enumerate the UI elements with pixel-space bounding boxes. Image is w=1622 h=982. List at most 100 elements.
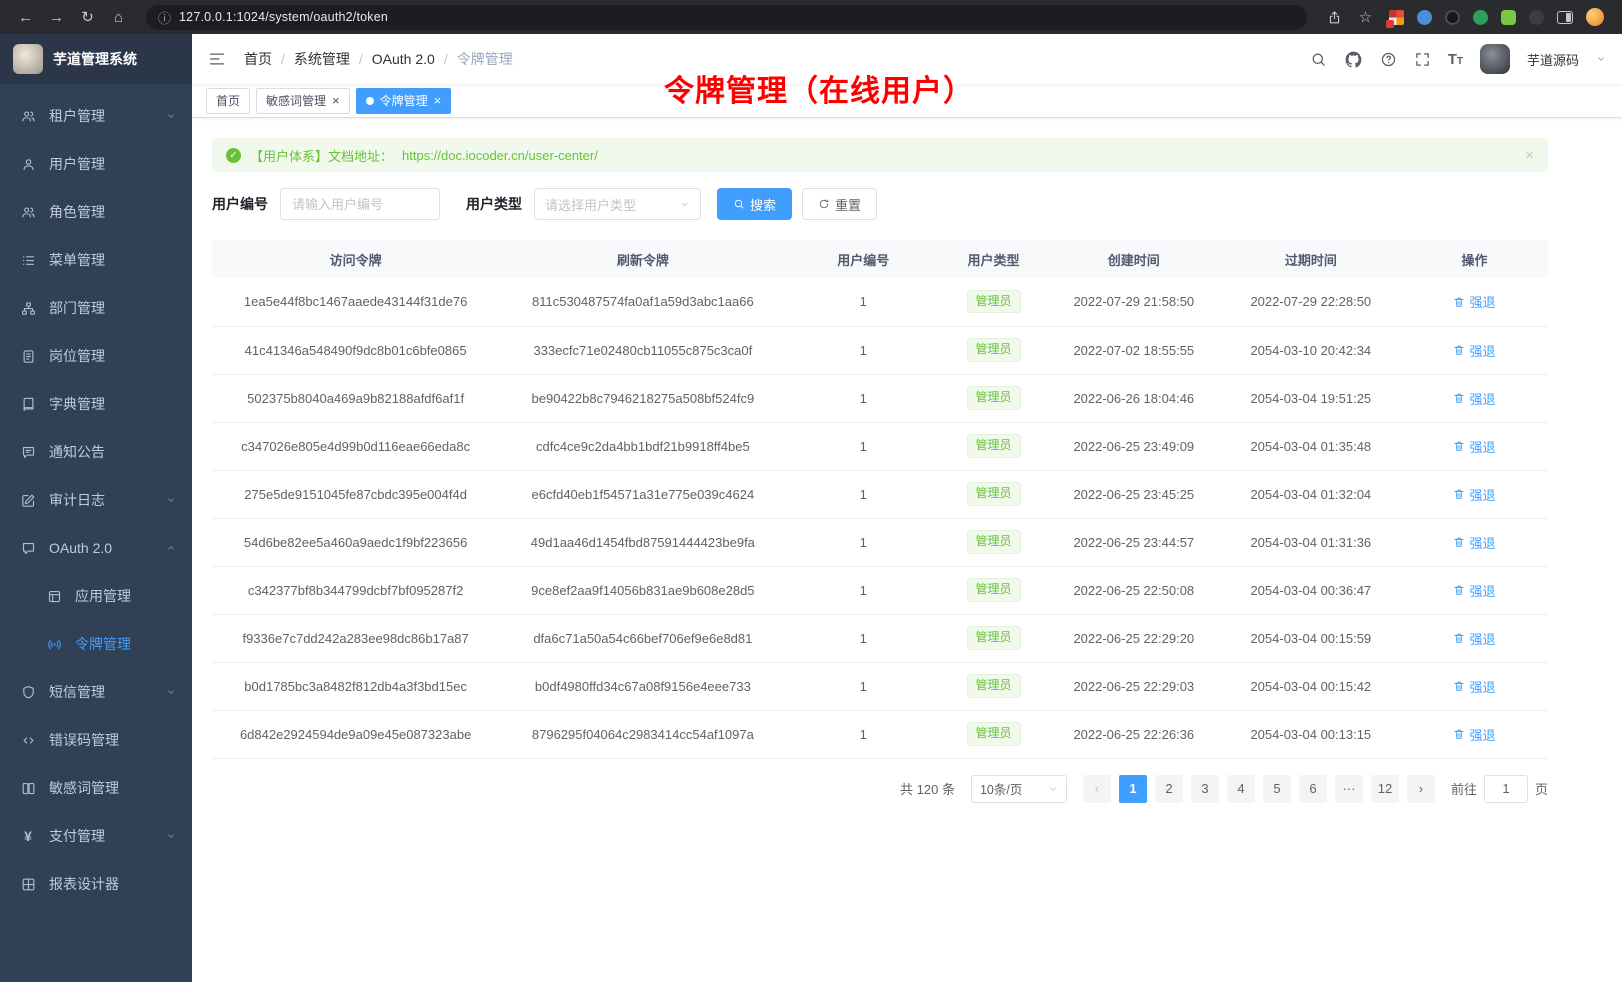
tab-home[interactable]: 首页: [206, 88, 250, 114]
refresh-token-cell: 49d1aa46d1454fbd87591444423be9fa: [499, 518, 786, 566]
user-type-cell: 管理员: [940, 278, 1047, 326]
next-page-button[interactable]: ›: [1407, 775, 1435, 803]
side-panel-icon[interactable]: [1557, 11, 1573, 24]
force-logout-button[interactable]: 强退: [1453, 581, 1495, 600]
more-pages-button[interactable]: ···: [1335, 775, 1363, 803]
font-size-icon[interactable]: TT: [1448, 52, 1463, 67]
page-button[interactable]: 12: [1371, 775, 1399, 803]
user-id-cell: 1: [786, 470, 940, 518]
bookmark-star-icon[interactable]: ☆: [1352, 4, 1379, 30]
force-logout-button[interactable]: 强退: [1453, 437, 1495, 456]
forward-icon[interactable]: →: [43, 4, 70, 30]
chevron-down-icon[interactable]: [1596, 54, 1606, 64]
home-icon[interactable]: ⌂: [105, 4, 132, 30]
total-count: 共 120 条: [900, 779, 955, 798]
browser-profile-avatar[interactable]: [1586, 8, 1604, 26]
pagination: 共 120 条 10条/页 ‹ 1 2 3 4 5 6 ··· 12 › 前往 …: [212, 775, 1548, 803]
tab-token-management[interactable]: 令牌管理 ×: [356, 88, 452, 114]
breadcrumb-item[interactable]: 首页: [244, 49, 272, 69]
sidebar-item-oauth[interactable]: OAuth 2.0: [0, 524, 192, 572]
force-logout-button[interactable]: 强退: [1453, 725, 1495, 744]
force-logout-button[interactable]: 强退: [1453, 533, 1495, 552]
user-type-select[interactable]: 请选择用户类型: [534, 188, 701, 220]
goto-page-input[interactable]: [1484, 775, 1528, 803]
force-logout-button[interactable]: 强退: [1453, 485, 1495, 504]
user-icon: [21, 157, 36, 172]
sidebar-item-report-designer[interactable]: 报表设计器: [0, 860, 192, 908]
sidebar-item-oauth-app[interactable]: 应用管理: [0, 572, 192, 620]
page-button[interactable]: 1: [1119, 775, 1147, 803]
delete-icon: [1453, 440, 1465, 452]
user-type-cell: 管理员: [940, 614, 1047, 662]
sidebar-item-post[interactable]: 岗位管理: [0, 332, 192, 380]
user-type-badge: 管理员: [967, 290, 1021, 313]
green-extension-icon[interactable]: [1473, 10, 1488, 25]
site-info-icon[interactable]: ⓘ: [158, 8, 171, 27]
sidebar-item-label: 错误码管理: [49, 730, 119, 750]
sidebar-item-role[interactable]: 角色管理: [0, 188, 192, 236]
search-icon[interactable]: [1310, 51, 1327, 68]
sidebar-item-sms[interactable]: 短信管理: [0, 668, 192, 716]
page-button[interactable]: 2: [1155, 775, 1183, 803]
page-button[interactable]: 3: [1191, 775, 1219, 803]
force-logout-button[interactable]: 强退: [1453, 292, 1495, 311]
green-puzzle-extension-icon[interactable]: [1501, 10, 1516, 25]
blue-extension-icon[interactable]: [1417, 10, 1432, 25]
force-logout-button[interactable]: 强退: [1453, 341, 1495, 360]
alert-close-icon[interactable]: ×: [1525, 147, 1534, 164]
breadcrumb-item[interactable]: 系统管理: [294, 49, 350, 69]
help-icon[interactable]: [1380, 51, 1397, 68]
sidebar-item-menu[interactable]: 菜单管理: [0, 236, 192, 284]
doc-link[interactable]: https://doc.iocoder.cn/user-center/: [402, 148, 598, 163]
app-logo[interactable]: 芋道管理系统: [0, 34, 192, 84]
back-icon[interactable]: ←: [12, 4, 39, 30]
dark-extension-icon[interactable]: [1445, 10, 1460, 25]
search-button[interactable]: 搜索: [717, 188, 792, 220]
url-bar[interactable]: ⓘ 127.0.0.1:1024/system/oauth2/token: [146, 5, 1307, 30]
sidebar-item-label: 支付管理: [49, 826, 105, 846]
sidebar-item-audit-log[interactable]: 审计日志: [0, 476, 192, 524]
refresh-token-cell: 811c530487574fa0af1a59d3abc1aa66: [499, 278, 786, 326]
close-icon[interactable]: ×: [332, 94, 340, 107]
user-type-badge: 管理员: [967, 530, 1021, 553]
fullscreen-icon[interactable]: [1414, 51, 1431, 68]
created-time-cell: 2022-06-26 18:04:46: [1047, 374, 1221, 422]
user-id-input[interactable]: [280, 188, 440, 220]
page-button[interactable]: 6: [1299, 775, 1327, 803]
user-avatar[interactable]: [1480, 44, 1510, 74]
force-logout-button[interactable]: 强退: [1453, 389, 1495, 408]
github-icon[interactable]: [1344, 50, 1363, 69]
org-tree-icon: [21, 301, 36, 316]
goto-label: 前往: [1451, 779, 1477, 798]
action-cell: 强退: [1401, 470, 1548, 518]
sidebar-item-dict[interactable]: 字典管理: [0, 380, 192, 428]
page-size-select[interactable]: 10条/页: [971, 775, 1067, 803]
access-token-cell: 1ea5e44f8bc1467aaede43144f31de76: [212, 278, 499, 326]
username[interactable]: 芋道源码: [1527, 50, 1579, 69]
pixel-extension-icon[interactable]: [1389, 10, 1404, 25]
sidebar-item-oauth-token[interactable]: 令牌管理: [0, 620, 192, 668]
sidebar-item-user[interactable]: 用户管理: [0, 140, 192, 188]
reset-button[interactable]: 重置: [802, 188, 877, 220]
sidebar-item-notice[interactable]: 通知公告: [0, 428, 192, 476]
close-icon[interactable]: ×: [434, 94, 442, 107]
breadcrumb-item[interactable]: OAuth 2.0: [372, 51, 435, 67]
force-logout-button[interactable]: 强退: [1453, 677, 1495, 696]
page-button[interactable]: 5: [1263, 775, 1291, 803]
reload-icon[interactable]: ↻: [74, 4, 101, 30]
prev-page-button[interactable]: ‹: [1083, 775, 1111, 803]
collapse-sidebar-icon[interactable]: [208, 50, 226, 68]
sidebar-item-tenant[interactable]: 租户管理: [0, 92, 192, 140]
sidebar-item-payment[interactable]: ¥ 支付管理: [0, 812, 192, 860]
shield-extension-icon[interactable]: [1529, 10, 1544, 25]
share-icon[interactable]: [1321, 4, 1348, 30]
sidebar-item-sensitive-word[interactable]: 敏感词管理: [0, 764, 192, 812]
logo-image: [13, 44, 43, 74]
token-table: 访问令牌 刷新令牌 用户编号 用户类型 创建时间 过期时间 操作 1ea5e44…: [212, 240, 1548, 759]
page-button[interactable]: 4: [1227, 775, 1255, 803]
sidebar-item-error-code[interactable]: 错误码管理: [0, 716, 192, 764]
tab-sensitive-word[interactable]: 敏感词管理 ×: [256, 88, 350, 114]
action-cell: 强退: [1401, 662, 1548, 710]
sidebar-item-dept[interactable]: 部门管理: [0, 284, 192, 332]
force-logout-button[interactable]: 强退: [1453, 629, 1495, 648]
